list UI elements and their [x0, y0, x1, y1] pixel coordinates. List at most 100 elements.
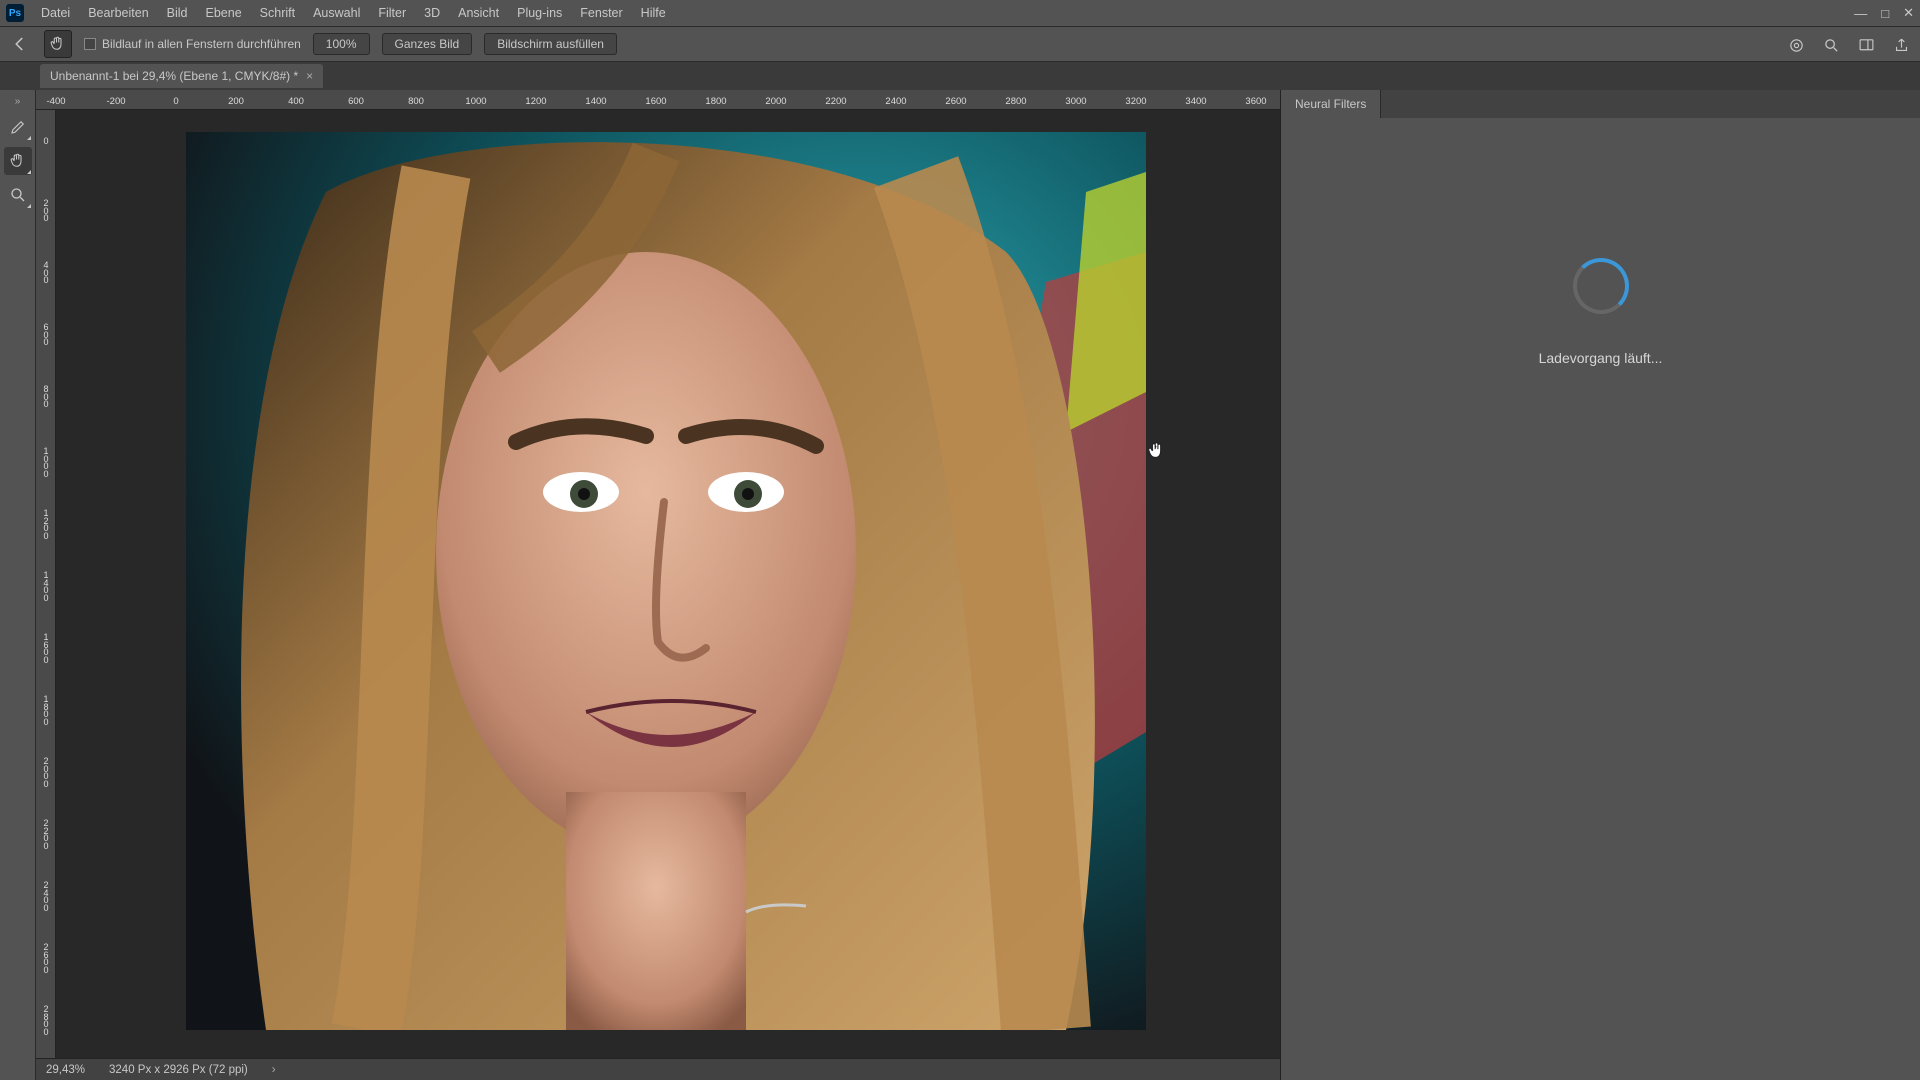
- workspace-icon[interactable]: [1858, 37, 1875, 54]
- menu-ansicht[interactable]: Ansicht: [449, 0, 508, 26]
- ruler-tick: 2200: [825, 96, 846, 107]
- ruler-tick: 2400: [37, 882, 55, 912]
- main-area: » -400 -200 0 200 400 600 800 1000 1200 …: [0, 90, 1920, 1080]
- ruler-tick: 0: [37, 138, 55, 146]
- ruler-tick: 2400: [885, 96, 906, 107]
- ruler-tick: 1000: [465, 96, 486, 107]
- fill-screen-button[interactable]: Bildschirm ausfüllen: [484, 33, 617, 55]
- ruler-tick: 3600: [1245, 96, 1266, 107]
- ruler-tick: -400: [46, 96, 65, 107]
- ruler-tick: 2600: [945, 96, 966, 107]
- scroll-all-label: Bildlauf in allen Fenstern durchführen: [102, 37, 301, 51]
- ruler-tick: 400: [37, 262, 55, 285]
- edit-toolbar-tool[interactable]: [4, 113, 32, 141]
- menu-auswahl[interactable]: Auswahl: [304, 0, 369, 26]
- loading-text: Ladevorgang läuft...: [1539, 350, 1663, 366]
- ruler-tick: 1000: [37, 448, 55, 478]
- ruler-tick: 1600: [37, 634, 55, 664]
- window-close-icon[interactable]: ✕: [1903, 5, 1914, 21]
- ruler-tick: 2800: [1005, 96, 1026, 107]
- ruler-tick: 200: [228, 96, 244, 107]
- ruler-tick: 3400: [1185, 96, 1206, 107]
- brush-icon: [9, 118, 27, 136]
- hand-tool[interactable]: [4, 147, 32, 175]
- tools-panel: »: [0, 90, 36, 1080]
- menu-bearbeiten[interactable]: Bearbeiten: [79, 0, 157, 26]
- ruler-tick: 2600: [37, 944, 55, 974]
- menu-schrift[interactable]: Schrift: [251, 0, 304, 26]
- hand-cursor-icon: [1146, 440, 1166, 460]
- portrait-image-placeholder: [186, 132, 1146, 1030]
- ruler-tick: 1400: [37, 572, 55, 602]
- menu-fenster[interactable]: Fenster: [571, 0, 631, 26]
- optionsbar-right: [1788, 27, 1910, 63]
- checkbox-icon: [84, 38, 96, 50]
- tools-collapse-icon[interactable]: »: [15, 96, 21, 107]
- close-tab-icon[interactable]: ×: [306, 69, 313, 83]
- menu-hilfe[interactable]: Hilfe: [632, 0, 675, 26]
- ruler-tick: 1800: [705, 96, 726, 107]
- panel-tab-bar: Neural Filters: [1281, 90, 1920, 118]
- ruler-tick: 600: [348, 96, 364, 107]
- window-maximize-icon[interactable]: □: [1881, 6, 1889, 21]
- document-tab-title: Unbenannt-1 bei 29,4% (Ebene 1, CMYK/8#)…: [50, 69, 298, 83]
- menu-datei[interactable]: Datei: [32, 0, 79, 26]
- chevron-left-icon: [11, 35, 29, 53]
- options-bar: Bildlauf in allen Fenstern durchführen 1…: [0, 26, 1920, 62]
- ruler-tick: 3000: [1065, 96, 1086, 107]
- menu-plugins[interactable]: Plug-ins: [508, 0, 571, 26]
- status-dims: 3240 Px x 2926 Px (72 ppi): [109, 1064, 248, 1076]
- status-bar: 29,43% 3240 Px x 2926 Px (72 ppi) ›: [36, 1058, 1280, 1080]
- ruler-tick: 1200: [37, 510, 55, 540]
- panel-body: Ladevorgang läuft...: [1281, 118, 1920, 1080]
- menu-filter[interactable]: Filter: [369, 0, 415, 26]
- ruler-tick: 1200: [525, 96, 546, 107]
- canvas-inner: 0 200 400 600 800 1000 1200 1400 1600 18…: [36, 110, 1280, 1058]
- ruler-tick: 3200: [1125, 96, 1146, 107]
- home-back-button[interactable]: [8, 32, 32, 56]
- panel-tab-neural-filters[interactable]: Neural Filters: [1281, 90, 1381, 118]
- app-icon: Ps: [6, 4, 24, 22]
- magnifier-icon: [9, 186, 27, 204]
- ruler-tick: 800: [408, 96, 424, 107]
- active-tool-indicator[interactable]: [44, 30, 72, 58]
- menu-bar: Ps Datei Bearbeiten Bild Ebene Schrift A…: [0, 0, 1920, 26]
- status-chevron-icon[interactable]: ›: [272, 1064, 276, 1076]
- ruler-tick: -200: [106, 96, 125, 107]
- ruler-tick: 0: [173, 96, 178, 107]
- window-controls: — □ ✕: [1854, 0, 1914, 26]
- vertical-ruler[interactable]: 0 200 400 600 800 1000 1200 1400 1600 18…: [36, 110, 56, 1058]
- cloud-sync-icon[interactable]: [1788, 37, 1805, 54]
- window-minimize-icon[interactable]: —: [1854, 6, 1867, 21]
- ruler-tick: 1800: [37, 696, 55, 726]
- loading-spinner-icon: [1573, 258, 1629, 314]
- ruler-tick: 600: [37, 324, 55, 347]
- zoom-100-button[interactable]: 100%: [313, 33, 370, 55]
- fit-screen-button[interactable]: Ganzes Bild: [382, 33, 473, 55]
- document-tab[interactable]: Unbenannt-1 bei 29,4% (Ebene 1, CMYK/8#)…: [40, 64, 323, 88]
- ruler-tick: 1600: [645, 96, 666, 107]
- scroll-all-windows-checkbox[interactable]: Bildlauf in allen Fenstern durchführen: [84, 37, 301, 51]
- horizontal-ruler[interactable]: -400 -200 0 200 400 600 800 1000 1200 14…: [36, 90, 1280, 110]
- hand-icon: [49, 35, 67, 53]
- ruler-tick: 400: [288, 96, 304, 107]
- status-zoom[interactable]: 29,43%: [46, 1064, 85, 1076]
- canvas-viewport[interactable]: [56, 110, 1280, 1058]
- zoom-tool[interactable]: [4, 181, 32, 209]
- ruler-tick: 2000: [765, 96, 786, 107]
- ruler-tick: 200: [37, 200, 55, 223]
- menu-3d[interactable]: 3D: [415, 0, 449, 26]
- share-icon[interactable]: [1893, 37, 1910, 54]
- menu-ebene[interactable]: Ebene: [197, 0, 251, 26]
- ruler-tick: 2800: [37, 1006, 55, 1036]
- neural-filters-panel: Neural Filters Ladevorgang läuft...: [1280, 90, 1920, 1080]
- ruler-tick: 2200: [37, 820, 55, 850]
- document-tab-strip: Unbenannt-1 bei 29,4% (Ebene 1, CMYK/8#)…: [0, 62, 1920, 90]
- search-icon[interactable]: [1823, 37, 1840, 54]
- document-image[interactable]: [186, 132, 1146, 1030]
- app-icon-text: Ps: [9, 8, 21, 19]
- canvas-wrap: -400 -200 0 200 400 600 800 1000 1200 14…: [36, 90, 1280, 1080]
- ruler-tick: 800: [37, 386, 55, 409]
- hand-icon: [9, 152, 27, 170]
- menu-bild[interactable]: Bild: [158, 0, 197, 26]
